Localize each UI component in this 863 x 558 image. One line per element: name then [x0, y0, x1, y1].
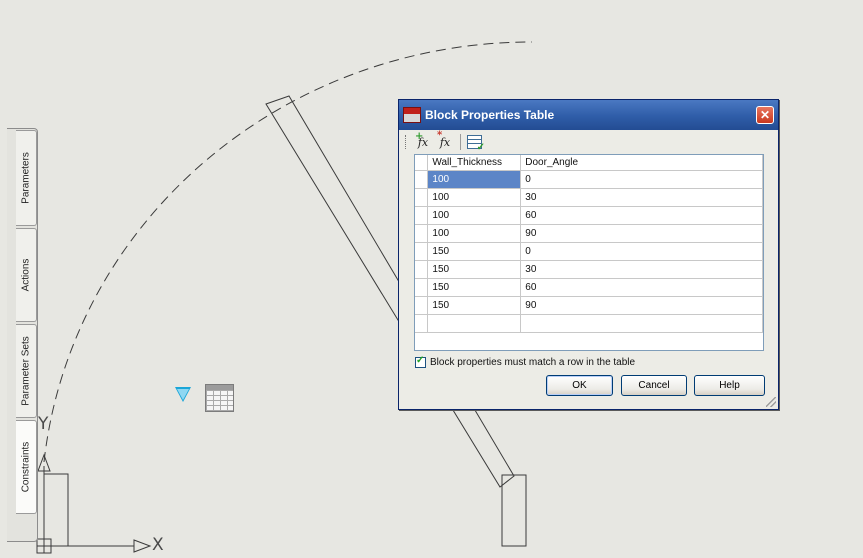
table-row: 100 60 [415, 206, 763, 225]
ucs-y-label: Y [38, 414, 49, 434]
table-row: 150 30 [415, 260, 763, 279]
row-header[interactable] [415, 278, 429, 297]
block-table-icon[interactable] [205, 384, 234, 412]
close-button[interactable]: ✕ [756, 106, 774, 124]
row-header[interactable] [415, 242, 429, 261]
table-cell[interactable]: 100 [427, 206, 522, 225]
row-header-corner [415, 155, 429, 171]
ucs-x-label: X [152, 535, 164, 555]
modify-property-icon[interactable]: * fx [436, 130, 454, 151]
autocad-app-icon [403, 107, 421, 123]
tab-label: Parameter Sets [20, 336, 32, 406]
block-properties-dialog: Block Properties Table ✕ +fx *fx Wall_Th… [398, 99, 779, 410]
table-row: 100 30 [415, 188, 763, 207]
add-property-icon[interactable]: + fx [414, 131, 432, 151]
match-row-option[interactable]: Block properties must match a row in the… [415, 355, 636, 368]
row-header[interactable] [415, 188, 429, 207]
row-header[interactable] [415, 314, 429, 333]
row-header[interactable] [415, 170, 429, 189]
table-row: 100 90 [415, 224, 763, 243]
table-row: 150 60 [415, 278, 763, 297]
properties-table: Wall_Thickness Door_Angle 100 0 100 30 100… [414, 154, 764, 351]
resize-grip[interactable] [766, 397, 776, 407]
table-cell[interactable]: 150 [427, 296, 522, 315]
table-row: 100 0 [415, 170, 763, 189]
wall-jamb-right [501, 474, 527, 547]
table-cell[interactable]: 30 [520, 188, 763, 207]
tab-label: Constraints [20, 441, 32, 493]
tab-parameter-sets[interactable]: Parameter Sets [16, 324, 37, 418]
toolbar-grip [405, 135, 408, 149]
table-cell[interactable]: 150 [427, 242, 522, 261]
dialog-title: Block Properties Table [425, 108, 555, 122]
column-header-wall-thickness[interactable]: Wall_Thickness [427, 155, 522, 171]
match-row-checkbox[interactable] [415, 355, 426, 368]
dialog-toolbar: + fx * fx [399, 130, 778, 154]
table-cell[interactable]: 150 [427, 260, 522, 279]
table-row [415, 314, 763, 333]
row-header[interactable] [415, 206, 429, 225]
tab-parameters[interactable]: Parameters [16, 130, 37, 226]
lookup-grip-icon[interactable] [175, 387, 191, 402]
tab-actions[interactable]: Actions [16, 228, 37, 322]
table-row: 150 90 [415, 296, 763, 315]
table-cell[interactable]: 100 [427, 224, 522, 243]
table-cell[interactable]: 0 [520, 242, 763, 261]
table-cell[interactable] [520, 314, 763, 333]
dialog-titlebar[interactable]: Block Properties Table ✕ [399, 100, 778, 130]
row-header[interactable] [415, 296, 429, 315]
toolbar-separator [460, 134, 461, 150]
table-cell[interactable]: 60 [520, 278, 763, 297]
table-cell[interactable]: 100 [427, 170, 522, 189]
ucs-x-arrow [133, 539, 152, 553]
table-cell[interactable]: 150 [427, 278, 522, 297]
row-header[interactable] [415, 224, 429, 243]
help-button[interactable]: Help [694, 375, 765, 396]
table-cell[interactable]: 0 [520, 170, 763, 189]
cancel-button[interactable]: Cancel [621, 375, 687, 396]
tab-label: Parameters [20, 152, 32, 204]
column-header-door-angle[interactable]: Door_Angle [520, 155, 763, 171]
table-cell[interactable]: 100 [427, 188, 522, 207]
table-cell[interactable]: 60 [520, 206, 763, 225]
ok-button[interactable]: OK [546, 375, 613, 396]
table-cell[interactable]: 90 [520, 224, 763, 243]
wall-jamb-left [43, 473, 69, 547]
tab-constraints[interactable]: Constraints [16, 420, 37, 514]
table-cell[interactable]: 90 [520, 296, 763, 315]
tab-label: Actions [20, 258, 32, 292]
audit-table-icon[interactable] [467, 135, 485, 153]
table-cell[interactable] [427, 314, 522, 333]
row-header[interactable] [415, 260, 429, 279]
match-row-label: Block properties must match a row in the… [430, 357, 636, 368]
table-cell[interactable]: 30 [520, 260, 763, 279]
table-row: 150 0 [415, 242, 763, 261]
